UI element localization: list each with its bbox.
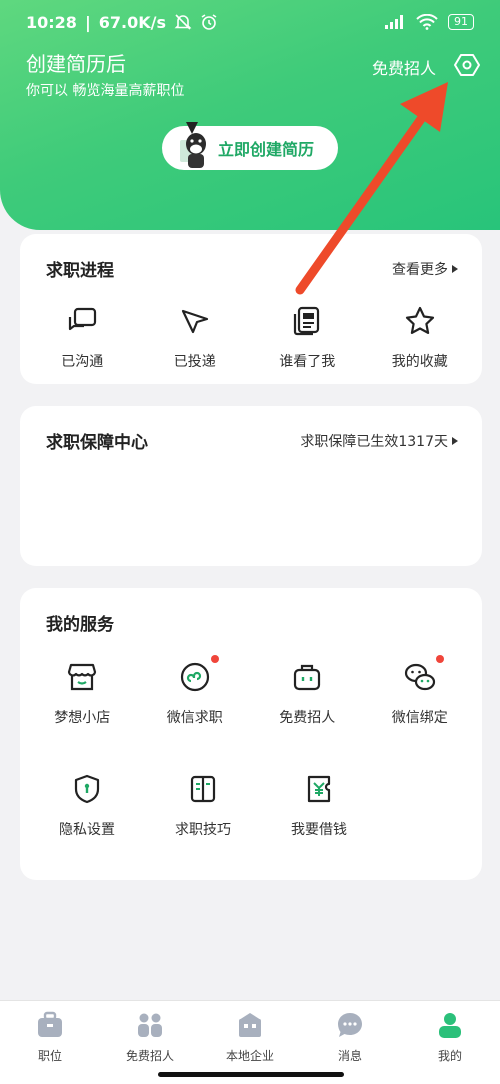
page-title: 创建简历后: [26, 52, 126, 76]
free-recruit-link[interactable]: 免费招人: [372, 55, 436, 79]
tab-label: 消息: [337, 1049, 362, 1063]
service-label: 微信求职: [166, 710, 223, 726]
book-icon: [183, 769, 223, 809]
progress-item-label: 谁看了我: [279, 354, 336, 370]
alarm-icon: [200, 13, 218, 31]
progress-item-viewed-me[interactable]: 谁看了我: [252, 301, 362, 371]
service-label: 求职技巧: [175, 822, 231, 838]
tab-jobs[interactable]: 职位: [0, 1001, 100, 1084]
tab-label: 我的: [437, 1049, 462, 1063]
services-card: 我的服务 梦想小店 微信求职 免费招人 微信绑定 隐私设置 求职技巧 我要借钱: [20, 588, 482, 880]
progress-item-label: 我的收藏: [391, 354, 448, 370]
service-job-tips[interactable]: 求职技巧: [148, 769, 258, 839]
service-label: 免费招人: [279, 710, 336, 726]
view-more-label: 查看更多: [392, 261, 448, 278]
building-icon: [235, 1011, 265, 1043]
job-progress-title: 求职进程: [46, 261, 114, 281]
service-wechat-job[interactable]: 微信求职: [140, 655, 250, 727]
document-icon: [287, 301, 327, 341]
chat-icon: [62, 301, 102, 341]
message-icon: [335, 1011, 365, 1043]
service-label: 我要借钱: [291, 822, 347, 838]
battery-indicator: 91: [448, 14, 474, 30]
services-title: 我的服务: [46, 615, 114, 635]
create-resume-label: 立即创建简历: [218, 140, 315, 159]
mute-icon: [174, 13, 192, 31]
wechat-icon: [400, 655, 444, 697]
guarantee-status: 求职保障已生效1317天: [300, 433, 448, 450]
service-label: 梦想小店: [54, 710, 111, 726]
service-borrow-money[interactable]: 我要借钱: [264, 769, 374, 839]
service-label: 隐私设置: [59, 822, 115, 838]
unread-dot: [435, 655, 444, 663]
mini-program-icon: [175, 655, 219, 697]
service-label: 微信绑定: [391, 710, 448, 726]
service-wechat-bind[interactable]: 微信绑定: [365, 655, 475, 727]
progress-item-label: 已沟通: [61, 354, 104, 370]
shop-icon: [62, 657, 102, 697]
tab-me[interactable]: 我的: [400, 1001, 500, 1084]
page-subtitle: 你可以 畅览海量高薪职位: [26, 83, 185, 99]
job-progress-card: 求职进程 查看更多 已沟通 已投递 谁看了我 我的收藏: [20, 234, 482, 384]
create-resume-button[interactable]: 立即创建简历: [162, 122, 338, 170]
progress-item-favorites[interactable]: 我的收藏: [365, 301, 475, 371]
briefcase-icon: [35, 1011, 65, 1043]
briefcase-icon: [287, 657, 327, 697]
settings-icon[interactable]: [454, 52, 480, 82]
status-bar: 10:28 | 67.0K/s 91: [0, 0, 500, 44]
guarantee-title: 求职保障中心: [46, 433, 148, 453]
service-dream-shop[interactable]: 梦想小店: [27, 657, 137, 727]
unread-dot: [210, 655, 219, 663]
person-icon: [435, 1011, 465, 1043]
signal-icon: [384, 14, 406, 30]
progress-item-label: 已投递: [173, 354, 216, 370]
mascot-icon: [176, 120, 216, 172]
triangle-right-icon: [452, 436, 458, 445]
progress-item-contacted[interactable]: 已沟通: [27, 301, 137, 371]
view-more-link[interactable]: 查看更多: [392, 259, 458, 279]
tab-label: 职位: [37, 1049, 62, 1063]
progress-item-applied[interactable]: 已投递: [140, 301, 250, 371]
shield-icon: [67, 769, 107, 809]
service-privacy[interactable]: 隐私设置: [32, 769, 142, 839]
yuan-icon: [299, 769, 339, 809]
wifi-icon: [416, 14, 438, 30]
people-icon: [135, 1011, 165, 1043]
tab-label: 本地企业: [225, 1049, 274, 1063]
network-speed: 67.0K/s: [98, 12, 167, 32]
tab-label: 免费招人: [125, 1049, 174, 1063]
send-icon: [175, 301, 215, 341]
triangle-right-icon: [452, 264, 458, 273]
guarantee-card[interactable]: 求职保障中心 求职保障已生效1317天: [20, 406, 482, 566]
guarantee-status-link[interactable]: 求职保障已生效1317天: [300, 431, 458, 451]
home-indicator[interactable]: [158, 1072, 344, 1077]
star-icon: [400, 301, 440, 341]
service-free-recruit[interactable]: 免费招人: [252, 657, 362, 727]
status-time: 10:28: [26, 12, 77, 32]
